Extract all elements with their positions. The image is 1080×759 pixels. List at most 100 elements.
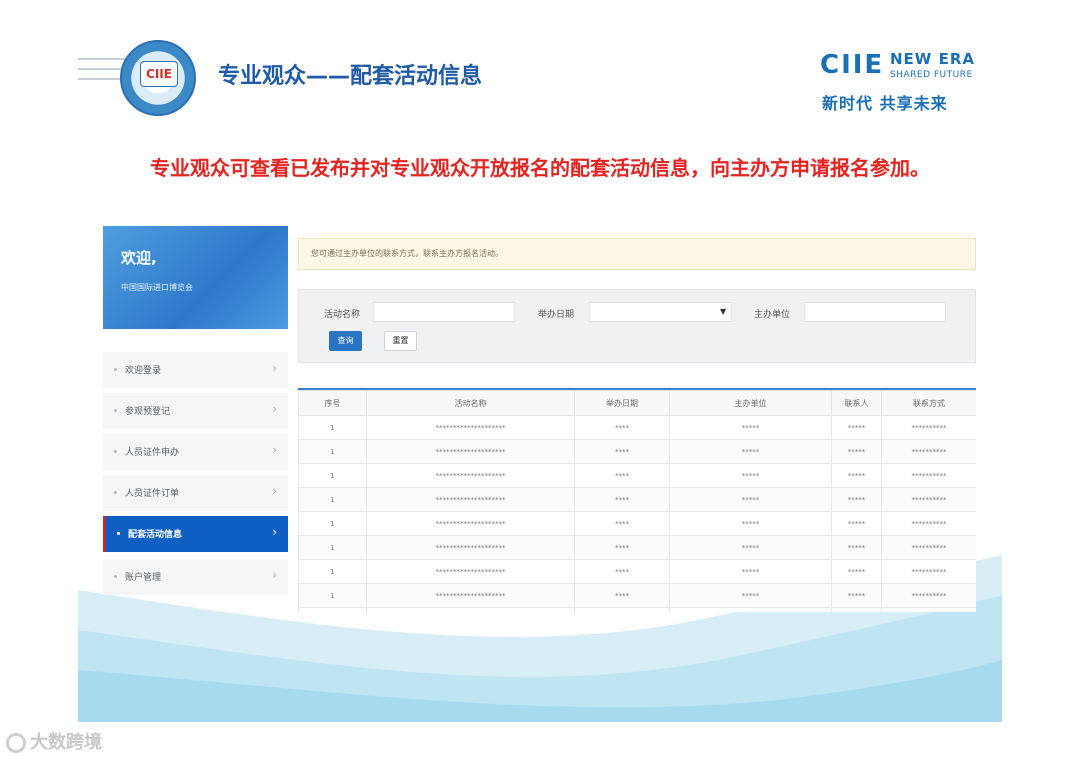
column-header: 主办单位 [669,390,832,416]
welcome-subtitle: 中国国际进口博览会 [121,283,193,292]
column-header: 活动名称 [366,390,575,416]
table-cell: ******************** [366,415,575,440]
page-title: 专业观众——配套活动信息 [218,64,483,89]
table-cell: ********** [881,439,976,464]
table-cell: ***** [831,583,882,608]
sidebar-item-label: 账户管理 [125,573,162,583]
sidebar-item-badge-application[interactable]: 人员证件申办 › [103,434,288,470]
table-cell: **** [574,511,670,536]
table-cell: **** [574,607,670,612]
table-row[interactable]: 1***************************************… [298,583,976,608]
chevron-right-icon: › [272,361,277,375]
activity-name-label: 活动名称 [324,310,361,320]
column-header: 举办日期 [574,390,670,416]
bullet-icon [114,491,117,494]
brand-new-era: NEW ERA [890,50,975,68]
table-cell: ***** [669,535,832,560]
table-cell: ***** [831,415,882,440]
sidebar-item-welcome[interactable]: 欢迎登录 › [103,352,288,388]
sidebar-item-label: 欢迎登录 [125,366,162,376]
brand-shared-future: SHARED FUTURE [890,70,973,80]
table-header-row: 序号 活动名称 举办日期 主办单位 联系人 联系方式 [298,390,976,416]
table-cell: ******************** [366,463,575,488]
sidebar-item-label: 人员证件订单 [125,489,180,499]
table-cell: ***** [669,415,832,440]
sidebar-item-activities[interactable]: 配套活动信息 › [103,516,288,552]
sidebar-item-badge-orders[interactable]: 人员证件订单 › [103,475,288,511]
table-cell: ***** [831,511,882,536]
search-panel [298,289,976,363]
welcome-title: 欢迎, [121,249,157,267]
table-row[interactable]: 1***************************************… [298,535,976,560]
table-row[interactable]: 1***************************************… [298,439,976,464]
reset-button[interactable]: 重置 [384,331,417,351]
table-cell: ********** [881,535,976,560]
table-row[interactable]: 1***************************************… [298,511,976,536]
organizer-input[interactable] [804,302,946,322]
table-cell: ***** [831,607,882,612]
table-cell: ***** [669,559,832,584]
table-row[interactable]: 1***************************************… [298,559,976,584]
table-cell: **** [574,583,670,608]
table-cell: ******************** [366,439,575,464]
date-select[interactable] [589,302,732,322]
chevron-right-icon: › [272,484,277,498]
table-cell: **** [574,487,670,512]
activity-table: 序号 活动名称 举办日期 主办单位 联系人 联系方式 1 ************… [298,388,976,612]
table-cell: ***** [669,511,832,536]
ciie-logo-text: CIIE [140,61,178,87]
table-cell: **** [574,559,670,584]
table-cell: ***** [669,607,832,612]
table-cell: ******************** [366,559,575,584]
table-row[interactable]: 1***************************************… [298,415,976,440]
table-row[interactable]: 1***************************************… [298,487,976,512]
table-cell: ***** [669,463,832,488]
watermark-text: 大数跨境 [30,732,102,753]
table-cell: ******************** [366,487,575,512]
table-row[interactable]: 1***************************************… [298,607,976,612]
table-cell: ********** [881,607,976,612]
table-cell: **** [574,415,670,440]
table-cell: **** [574,535,670,560]
brand-ciie: CIIE [820,50,885,80]
table-cell: 1 [298,511,367,536]
table-cell: ********** [881,559,976,584]
table-row[interactable]: 1***************************************… [298,463,976,488]
table-cell: **** [574,463,670,488]
sidebar-item-label: 参观预登记 [125,407,171,417]
chevron-right-icon: › [272,568,277,582]
sidebar-item-visit-registration[interactable]: 参观预登记 › [103,393,288,429]
welcome-card [103,226,288,329]
table-cell: ***** [831,487,882,512]
column-header: 联系人 [831,390,882,416]
sidebar-item-account[interactable]: 账户管理 › [103,559,288,595]
sidebar-item-label: 人员证件申办 [125,448,180,458]
table-cell: ******************** [366,607,575,612]
table-cell: ***** [831,439,882,464]
table-cell: ********** [881,463,976,488]
table-cell: ***** [669,583,832,608]
caret-down-icon: ▼ [720,307,727,316]
table-cell: 1 [298,583,367,608]
chevron-right-icon: › [272,402,277,416]
date-label: 举办日期 [538,310,575,320]
table-cell: **** [574,439,670,464]
query-button[interactable]: 查询 [329,331,362,351]
activity-name-input[interactable] [373,302,515,322]
table-cell: ******************** [366,535,575,560]
table-cell: 1 [298,439,367,464]
table-cell: ********** [881,511,976,536]
table-cell: ********** [881,583,976,608]
table-cell: ***** [669,487,832,512]
table-cell: ********** [881,487,976,512]
table-cell: ***** [831,535,882,560]
column-header: 联系方式 [881,390,976,416]
bullet-icon [117,532,120,535]
chevron-right-icon: › [272,443,277,457]
chevron-right-icon: › [272,525,277,539]
table-cell: 1 [298,559,367,584]
organizer-label: 主办单位 [754,310,791,320]
bullet-icon [114,409,117,412]
table-cell: 1 [298,487,367,512]
column-header: 序号 [298,390,367,416]
